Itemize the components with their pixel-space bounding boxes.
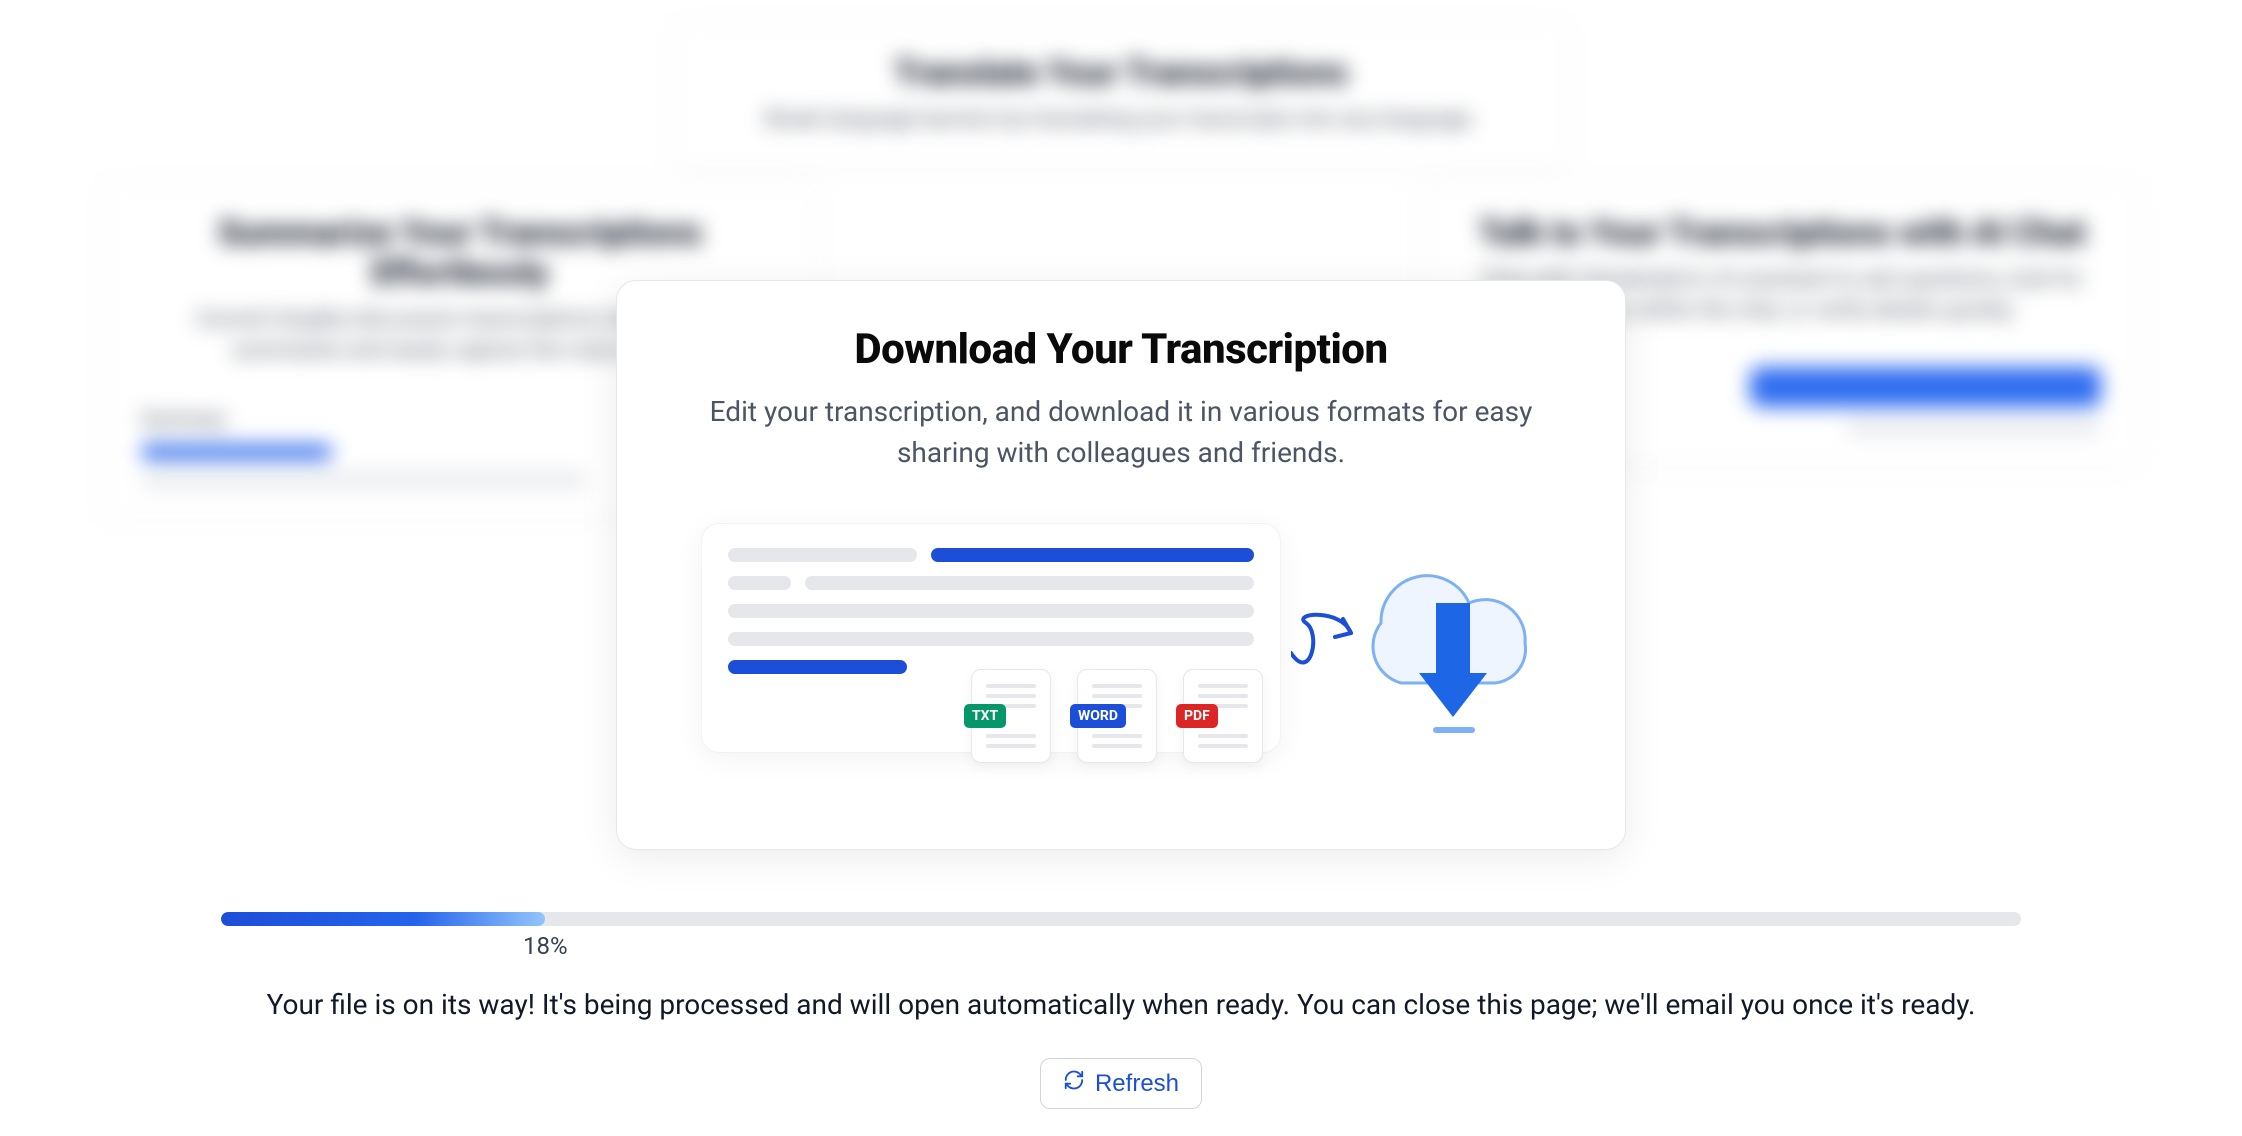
file-chip-pdf: PDF — [1183, 669, 1263, 763]
processing-status-text: Your file is on its way! It's being proc… — [221, 988, 2021, 1021]
progress-track — [221, 912, 2021, 926]
download-card: Download Your Transcription Edit your tr… — [616, 280, 1626, 850]
bg-card-title: Translate Your Transcriptions — [712, 53, 1530, 93]
bg-card-title: Talk to Your Transcriptions with AI Chat — [1463, 213, 2101, 253]
bg-card-translate: Translate Your Transcriptions Break lang… — [671, 20, 1571, 169]
badge-word: WORD — [1070, 704, 1126, 728]
refresh-button[interactable]: Refresh — [1040, 1058, 1202, 1109]
refresh-icon — [1063, 1069, 1085, 1098]
bg-card-desc: Break language barriers by translating y… — [712, 105, 1530, 136]
badge-pdf: PDF — [1176, 704, 1218, 728]
progress-percent-label: 18% — [523, 932, 2021, 960]
file-chip-word: WORD — [1077, 669, 1157, 763]
badge-txt: TXT — [964, 704, 1006, 728]
cloud-download-icon — [1291, 513, 1551, 743]
modal-title: Download Your Transcription — [677, 325, 1565, 374]
progress-fill — [221, 912, 545, 926]
modal-subtitle: Edit your transcription, and download it… — [677, 392, 1565, 473]
download-illustration: TXT WORD PDF — [691, 523, 1551, 783]
file-chip-txt: TXT — [971, 669, 1051, 763]
format-file-chips: TXT WORD PDF — [971, 669, 1263, 763]
upload-progress: 18% — [221, 912, 2021, 960]
refresh-label: Refresh — [1095, 1070, 1179, 1098]
